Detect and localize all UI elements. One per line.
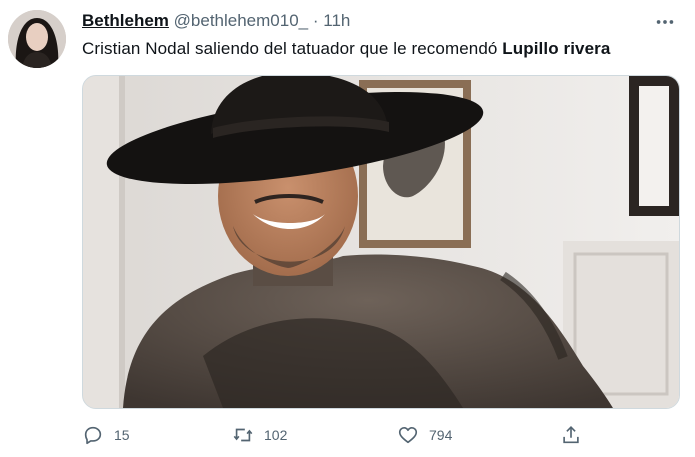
reply-button[interactable]: 15	[82, 420, 130, 450]
share-icon	[563, 426, 579, 444]
like-count: 794	[429, 427, 453, 443]
reply-icon	[84, 426, 102, 445]
more-options-button[interactable]	[653, 10, 677, 34]
like-button[interactable]: 794	[397, 420, 452, 450]
separator-dot: ·	[312, 11, 319, 30]
author-name[interactable]: Bethlehem	[82, 11, 169, 30]
heart-icon	[398, 427, 418, 444]
author-handle[interactable]: @bethlehem010_	[174, 11, 308, 30]
avatar-image	[8, 10, 66, 68]
avatar[interactable]	[8, 10, 66, 68]
tweet-actions: 15 102 794	[82, 420, 602, 450]
more-horizontal-icon	[656, 20, 674, 24]
reply-count: 15	[114, 427, 130, 443]
tweet-timestamp[interactable]: 11h	[323, 11, 350, 30]
retweet-button[interactable]: 102	[232, 420, 287, 450]
share-button[interactable]	[560, 420, 582, 450]
tweet-header: Bethlehem @bethlehem010_ · 11h	[82, 11, 350, 31]
tweet-text-main: Cristian Nodal saliendo del tatuador que…	[82, 39, 503, 58]
tweet-media[interactable]	[82, 75, 680, 409]
tweet-photo	[83, 76, 679, 408]
tweet-text-mention: Lupillo rivera	[502, 39, 611, 58]
retweet-icon	[233, 428, 253, 442]
retweet-count: 102	[264, 427, 288, 443]
tweet-text: Cristian Nodal saliendo del tatuador que…	[82, 38, 610, 60]
